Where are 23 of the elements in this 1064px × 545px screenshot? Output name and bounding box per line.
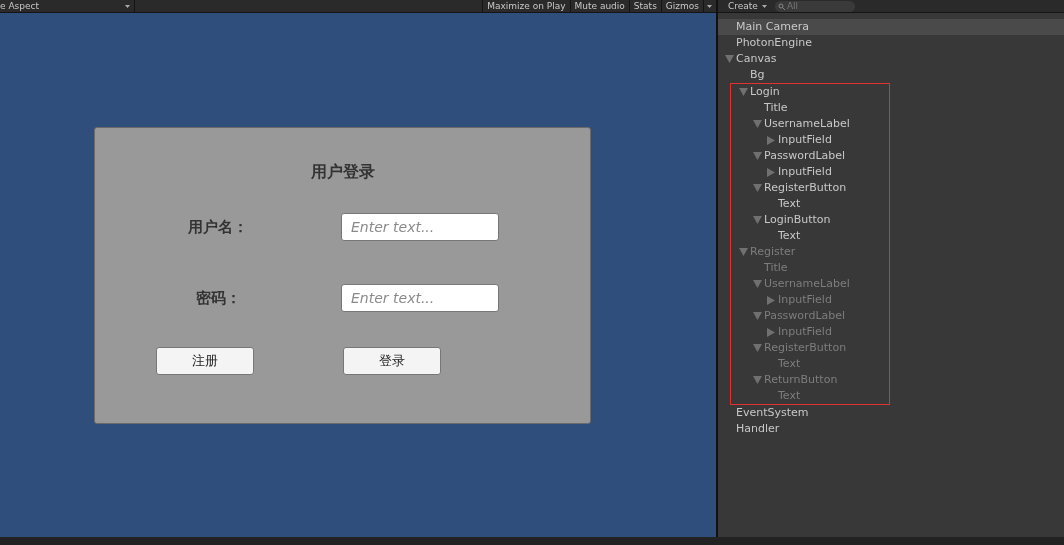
panel-button[interactable]: 注册 (156, 347, 254, 375)
search-icon (777, 2, 786, 11)
caret-icon (761, 4, 767, 8)
text-input[interactable]: Enter text... (341, 213, 499, 241)
hierarchy-item[interactable]: Canvas (718, 51, 1064, 67)
toolbar-button[interactable]: Stats (628, 0, 661, 12)
field-label: 用户名： (187, 216, 249, 238)
hierarchy-item[interactable]: Main Camera (718, 19, 1064, 35)
toolbar-button[interactable]: Mute audio (569, 0, 629, 12)
expanded-arrow-icon[interactable] (724, 55, 734, 63)
field-label: 密码： (194, 287, 242, 309)
hierarchy-item[interactable]: Bg (718, 67, 1064, 83)
caret-icon (125, 4, 130, 8)
create-dropdown[interactable]: Create (728, 0, 771, 12)
panel-button[interactable]: 登录 (343, 347, 441, 375)
text-input[interactable]: Enter text... (341, 284, 499, 312)
caret-icon (707, 4, 712, 8)
aspect-dropdown[interactable]: e Aspect (0, 0, 135, 12)
hierarchy-item[interactable]: Handler (718, 421, 1064, 437)
hierarchy-item[interactable]: EventSystem (718, 405, 1064, 421)
hierarchy-item[interactable]: PhotonEngine (718, 35, 1064, 51)
panel-title: 用户登录 (310, 164, 375, 180)
toolbar-button[interactable]: Maximize on Play (482, 0, 570, 12)
